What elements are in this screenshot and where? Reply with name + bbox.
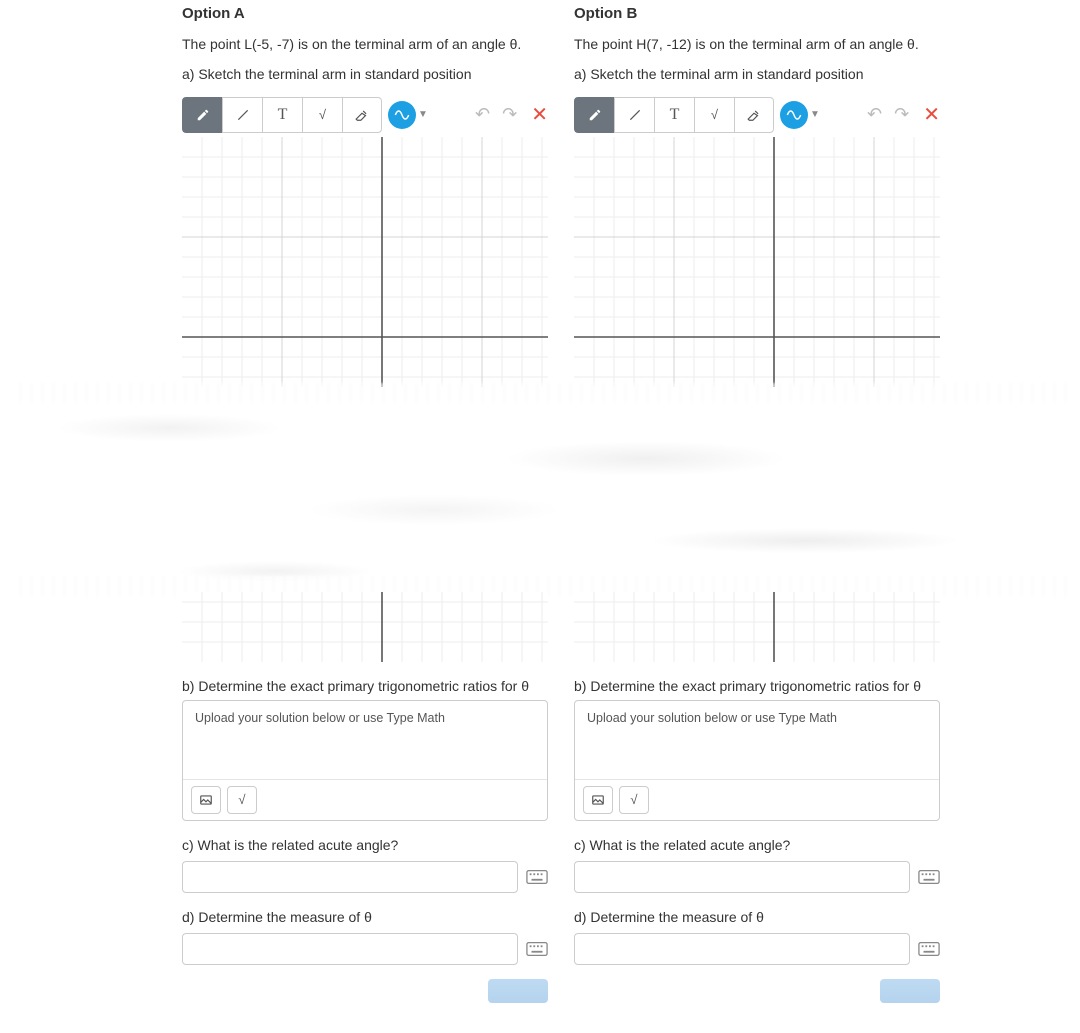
measure-input[interactable] [182,933,518,965]
sqrt-icon: √ [319,107,326,122]
sqrt-icon: √ [711,107,718,122]
sqrt-icon: √ [630,792,637,807]
undo-button[interactable]: ↶ [475,104,490,125]
torn-region [10,387,1070,592]
option-b-heading: Option B [574,5,940,22]
text-tool-button[interactable]: T [654,97,694,133]
option-a-part-a: a) Sketch the terminal arm in standard p… [182,64,548,84]
submit-button-partial[interactable] [488,979,548,1003]
grid-background-lower [574,592,940,662]
eraser-tool-button[interactable] [342,97,382,133]
grid-background [574,137,940,387]
insert-formula-button[interactable]: √ [227,786,257,814]
option-b-part-d: d) Determine the measure of θ [574,909,940,925]
rich-text-area[interactable]: Upload your solution below or use Type M… [575,701,939,779]
insert-image-button[interactable] [191,786,221,814]
option-b-column: Option B The point H(7, -12) is on the t… [574,5,940,387]
eraser-icon [355,108,369,122]
eraser-icon [747,108,761,122]
text-icon: T [670,106,680,124]
insert-formula-button[interactable]: √ [619,786,649,814]
graph-tool-button[interactable] [780,101,808,129]
eraser-tool-button[interactable] [734,97,774,133]
math-tool-button[interactable]: √ [302,97,342,133]
keyboard-icon[interactable] [918,941,940,957]
related-angle-input[interactable] [182,861,518,893]
grid-background-lower [182,592,548,662]
option-b-part-b: b) Determine the exact primary trigonome… [574,678,940,694]
submit-button-partial[interactable] [880,979,940,1003]
drawing-canvas[interactable] [574,137,940,387]
clear-button[interactable]: ✕ [531,102,548,127]
text-tool-button[interactable]: T [262,97,302,133]
rich-text-toolbar: √ [183,779,547,820]
redo-button[interactable]: ↷ [894,104,909,125]
pencil-tool-button[interactable] [574,97,614,133]
graph-tool-dropdown[interactable]: ▼ [418,109,428,120]
graph-tool-dropdown[interactable]: ▼ [810,109,820,120]
keyboard-icon[interactable] [526,869,548,885]
pencil-icon [588,108,602,122]
option-b-part-c: c) What is the related acute angle? [574,837,940,853]
option-a-part-d: d) Determine the measure of θ [182,909,548,925]
line-tool-button[interactable] [614,97,654,133]
insert-image-button[interactable] [583,786,613,814]
rich-text-box: Upload your solution below or use Type M… [574,700,940,821]
clear-button[interactable]: ✕ [923,102,940,127]
sine-icon [394,107,410,123]
measure-input[interactable] [574,933,910,965]
option-a-intro: The point L(-5, -7) is on the terminal a… [182,34,548,54]
sqrt-icon: √ [238,792,245,807]
keyboard-icon[interactable] [918,869,940,885]
option-b-intro: The point H(7, -12) is on the terminal a… [574,34,940,54]
rich-text-box: Upload your solution below or use Type M… [182,700,548,821]
keyboard-icon[interactable] [526,941,548,957]
pencil-icon [196,108,210,122]
rich-text-area[interactable]: Upload your solution below or use Type M… [183,701,547,779]
undo-button[interactable]: ↶ [867,104,882,125]
image-icon [591,793,605,807]
option-a-lower: b) Determine the exact primary trigonome… [182,592,548,1003]
line-tool-button[interactable] [222,97,262,133]
text-icon: T [278,106,288,124]
option-b-part-a: a) Sketch the terminal arm in standard p… [574,64,940,84]
option-a-part-c: c) What is the related acute angle? [182,837,548,853]
drawing-canvas-lower[interactable] [182,592,548,662]
option-a-column: Option A The point L(-5, -7) is on the t… [182,5,548,387]
graph-tool-button[interactable] [388,101,416,129]
related-angle-input[interactable] [574,861,910,893]
redo-button[interactable]: ↷ [502,104,517,125]
rich-text-toolbar: √ [575,779,939,820]
option-b-lower: b) Determine the exact primary trigonome… [574,592,940,1003]
sine-icon [786,107,802,123]
image-icon [199,793,213,807]
drawing-canvas[interactable] [182,137,548,387]
line-icon [236,108,250,122]
option-a-heading: Option A [182,5,548,22]
line-icon [628,108,642,122]
drawing-toolbar: T √ ▼ ↶ ↷ ✕ [182,95,548,135]
option-a-part-b: b) Determine the exact primary trigonome… [182,678,548,694]
grid-background [182,137,548,387]
math-tool-button[interactable]: √ [694,97,734,133]
drawing-canvas-lower[interactable] [574,592,940,662]
drawing-toolbar: T √ ▼ ↶ ↷ ✕ [574,95,940,135]
pencil-tool-button[interactable] [182,97,222,133]
